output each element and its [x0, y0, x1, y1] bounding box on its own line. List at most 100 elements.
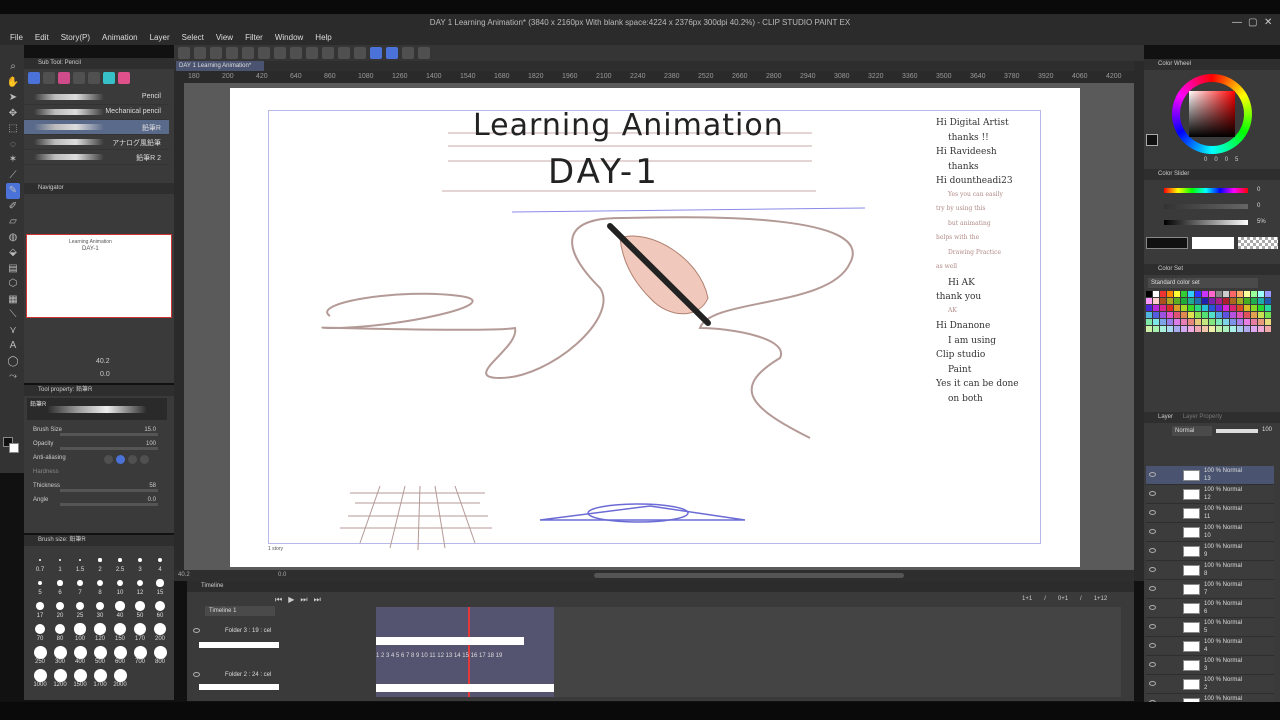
snap-ruler-icon[interactable]	[370, 47, 382, 59]
menu-select[interactable]: Select	[176, 31, 210, 45]
color-swatch[interactable]	[1258, 305, 1264, 311]
brush-size-button[interactable]: 2.5	[110, 553, 130, 576]
brush-size-button[interactable]: 150	[110, 622, 130, 645]
menu-layer[interactable]: Layer	[144, 31, 176, 45]
color-swatch[interactable]	[1230, 312, 1236, 318]
gradient-tool-icon[interactable]: ▤	[6, 261, 20, 277]
minimize-icon[interactable]: —	[1232, 14, 1242, 31]
color-swatch[interactable]	[1216, 298, 1222, 304]
angle-row[interactable]: Angle 0.0	[24, 494, 174, 508]
layer-row[interactable]: 100 % Normal 5	[1146, 618, 1274, 637]
snap-special-icon[interactable]	[386, 47, 398, 59]
brush-size-button[interactable]: 600	[110, 645, 130, 668]
color-swatch[interactable]	[1209, 326, 1215, 332]
maximize-icon[interactable]: ▢	[1248, 14, 1257, 31]
text-tool-icon[interactable]: A	[6, 338, 20, 354]
aa-mid-icon[interactable]	[128, 455, 137, 464]
navigator-zoom[interactable]: 40.2	[96, 358, 110, 365]
color-swatch[interactable]	[1160, 319, 1166, 325]
brush-size-button[interactable]: 1	[50, 553, 70, 576]
figure-tool-icon[interactable]: ⬡	[6, 276, 20, 292]
menu-view[interactable]: View	[210, 31, 239, 45]
ruler-tool-icon[interactable]: ⟍	[6, 307, 20, 323]
layer-row[interactable]: 100 % Normal 9	[1146, 542, 1274, 561]
menu-animation[interactable]: Animation	[96, 31, 144, 45]
color-swatch[interactable]	[1230, 319, 1236, 325]
color-swatch[interactable]	[1153, 312, 1159, 318]
color-swatch[interactable]	[1216, 312, 1222, 318]
sub-color-bar[interactable]	[1192, 237, 1234, 249]
color-swatch[interactable]	[1160, 305, 1166, 311]
color-swatch[interactable]	[1153, 326, 1159, 332]
folder2-track[interactable]: Folder 2 : 24 : cel	[189, 670, 377, 684]
brush-size-row[interactable]: Brush Size 15.0	[24, 424, 174, 438]
color-swatch[interactable]	[1258, 319, 1264, 325]
layer-row[interactable]: 100 % Normal 11	[1146, 504, 1274, 523]
color-swatch[interactable]	[1216, 319, 1222, 325]
brush-size-button[interactable]: 80	[50, 622, 70, 645]
color-swatch[interactable]	[1160, 291, 1166, 297]
brush-size-button[interactable]: 100	[70, 622, 90, 645]
color-swatch[interactable]	[1188, 298, 1194, 304]
export-icon[interactable]	[242, 47, 254, 59]
visibility-eye-icon[interactable]	[1149, 472, 1156, 477]
undo-icon[interactable]	[274, 47, 286, 59]
menu-help[interactable]: Help	[309, 31, 337, 45]
color-swatch[interactable]	[1174, 298, 1180, 304]
brush-size-button[interactable]: 1500	[70, 668, 90, 691]
saturation-square[interactable]	[1189, 91, 1235, 137]
color-swatch[interactable]	[1195, 291, 1201, 297]
color-swatch[interactable]	[1237, 312, 1243, 318]
color-swatch[interactable]	[1223, 326, 1229, 332]
blend-mode-select[interactable]: Normal	[1172, 426, 1212, 436]
color-swatch[interactable]	[1237, 298, 1243, 304]
brush-size-button[interactable]: 17	[30, 599, 50, 622]
color-swatch[interactable]	[1202, 312, 1208, 318]
pencil-group-icon[interactable]	[28, 72, 40, 84]
color-swatch[interactable]	[1265, 305, 1271, 311]
transparent-color-bar[interactable]	[1238, 237, 1278, 249]
color-swatch[interactable]	[1167, 298, 1173, 304]
color-swatch[interactable]	[1265, 319, 1271, 325]
main-color-chip[interactable]	[1146, 134, 1158, 146]
layer-property-tab[interactable]: Layer Property	[1183, 414, 1222, 420]
brush-size-button[interactable]: 1700	[90, 668, 110, 691]
open-icon[interactable]	[210, 47, 222, 59]
brush-size-button[interactable]: 2000	[110, 668, 130, 691]
saturation-slider[interactable]	[1164, 204, 1248, 209]
color-swatch[interactable]	[1195, 319, 1201, 325]
color-swatch[interactable]	[1146, 291, 1152, 297]
brush-size-button[interactable]: 3	[130, 553, 150, 576]
color-swatch[interactable]	[1202, 319, 1208, 325]
menu-edit[interactable]: Edit	[29, 31, 55, 45]
color-swatch[interactable]	[1223, 312, 1229, 318]
brush-size-button[interactable]: 200	[150, 622, 170, 645]
color-swatch[interactable]	[1244, 319, 1250, 325]
brush-size-button[interactable]: 25	[70, 599, 90, 622]
eraser-group-icon[interactable]	[118, 72, 130, 84]
color-swatch[interactable]	[1195, 326, 1201, 332]
upload-icon[interactable]	[258, 47, 270, 59]
aa-weak-icon[interactable]	[116, 455, 125, 464]
save-icon[interactable]	[226, 47, 238, 59]
hue-ring[interactable]	[1172, 74, 1252, 154]
color-swatch[interactable]	[1146, 312, 1152, 318]
color-set-select[interactable]: Standard color set	[1148, 278, 1258, 288]
prop-value[interactable]: 58	[149, 483, 156, 489]
visibility-eye-icon[interactable]	[1149, 605, 1156, 610]
brush-size-button[interactable]: 12	[130, 576, 150, 599]
color-swatch[interactable]	[1244, 291, 1250, 297]
color-swatch[interactable]	[1202, 291, 1208, 297]
color-swatch[interactable]	[1174, 326, 1180, 332]
color-swatch[interactable]	[1174, 319, 1180, 325]
magic-wand-icon[interactable]: ✶	[6, 152, 20, 168]
color-swatch[interactable]	[1153, 291, 1159, 297]
color-swatch[interactable]	[1230, 326, 1236, 332]
brush-size-button[interactable]: 250	[30, 645, 50, 668]
color-swatch[interactable]	[1174, 312, 1180, 318]
brush-item-selected[interactable]: 鉛筆R	[24, 120, 169, 135]
color-swatch[interactable]	[1195, 312, 1201, 318]
color-swatch[interactable]	[1237, 291, 1243, 297]
visibility-eye-icon[interactable]	[1149, 510, 1156, 515]
color-swatch[interactable]	[1153, 305, 1159, 311]
